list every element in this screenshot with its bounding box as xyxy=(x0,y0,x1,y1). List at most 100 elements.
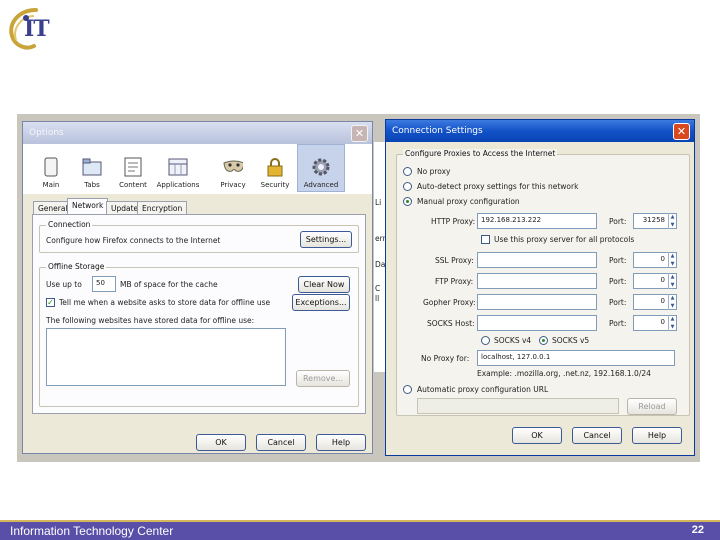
tell-me-checkbox[interactable]: ✓ xyxy=(46,298,55,307)
stored-sites-list[interactable] xyxy=(46,328,286,386)
options-cancel-button[interactable]: Cancel xyxy=(256,434,306,451)
ssl-proxy-input[interactable] xyxy=(477,252,597,268)
gear-icon xyxy=(311,157,331,177)
socks-host-input[interactable] xyxy=(477,315,597,331)
pane-security[interactable]: Security xyxy=(255,147,295,191)
use-same-proxy-checkbox[interactable] xyxy=(481,235,490,244)
bg-fragment-3: Da xyxy=(375,260,386,269)
auto-detect-radio[interactable] xyxy=(403,182,412,191)
no-proxy-example: Example: .mozilla.org, .net.nz, 192.168.… xyxy=(477,369,651,378)
tab-network[interactable]: Network xyxy=(67,198,109,215)
options-ok-button[interactable]: OK xyxy=(196,434,246,451)
http-proxy-input[interactable]: 192.168.213.222 xyxy=(477,213,597,229)
socks-host-label: SOCKS Host: xyxy=(427,319,475,328)
itc-logo: IT xyxy=(6,4,58,52)
no-proxy-label: No proxy xyxy=(417,167,451,176)
options-title: Options xyxy=(29,128,64,138)
connection-cancel-button[interactable]: Cancel xyxy=(572,427,622,444)
ftp-proxy-label: FTP Proxy: xyxy=(435,277,474,286)
clear-now-button[interactable]: Clear Now xyxy=(298,276,350,293)
bg-fragment-5: ll xyxy=(375,294,380,303)
options-help-button[interactable]: Help xyxy=(316,434,366,451)
footer-bar: Information Technology Center 22 xyxy=(0,520,720,540)
slide: IT Options ✕ Main Tabs Content Applicati… xyxy=(0,0,720,540)
use-same-proxy-label: Use this proxy server for all protocols xyxy=(494,235,635,244)
footer-title: Information Technology Center xyxy=(10,524,174,538)
applications-icon xyxy=(168,157,188,177)
socks-port-label: Port: xyxy=(609,319,627,328)
manual-proxy-radio[interactable] xyxy=(403,197,412,206)
http-proxy-label: HTTP Proxy: xyxy=(431,217,476,226)
settings-button[interactable]: Settings... xyxy=(300,231,352,248)
automatic-url-label: Automatic proxy configuration URL xyxy=(417,385,549,394)
page-number: 22 xyxy=(691,524,704,536)
logo-text: IT xyxy=(24,16,50,42)
gopher-proxy-label: Gopher Proxy: xyxy=(423,298,476,307)
cache-size-suffix: MB of space for the cache xyxy=(120,280,218,289)
connection-description: Configure how Firefox connects to the In… xyxy=(46,236,221,245)
pane-content[interactable]: Content xyxy=(113,147,153,191)
pane-main[interactable]: Main xyxy=(31,147,71,191)
connection-settings-dialog: Connection Settings ✕ Configure Proxies … xyxy=(385,119,695,456)
remove-button[interactable]: Remove... xyxy=(296,370,350,387)
options-titlebar: Options ✕ xyxy=(23,122,372,144)
proxy-group: Configure Proxies to Access the Internet… xyxy=(396,149,690,416)
ssl-port-label: Port: xyxy=(609,256,627,265)
connection-settings-title: Connection Settings xyxy=(392,126,483,136)
reload-button[interactable]: Reload xyxy=(627,398,677,415)
ftp-port-label: Port: xyxy=(609,277,627,286)
no-proxy-radio[interactable] xyxy=(403,167,412,176)
socks-v4-label: SOCKS v4 xyxy=(494,336,532,345)
connection-help-button[interactable]: Help xyxy=(632,427,682,444)
cache-size-input[interactable]: 50 xyxy=(92,276,116,292)
ssl-proxy-label: SSL Proxy: xyxy=(435,256,474,265)
pane-tabs[interactable]: Tabs xyxy=(72,147,112,191)
automatic-url-input[interactable] xyxy=(417,398,619,414)
stored-sites-label: The following websites have stored data … xyxy=(46,316,255,325)
network-tab-panel: Connection Configure how Firefox connect… xyxy=(32,214,366,414)
connection-group: Connection Configure how Firefox connect… xyxy=(39,220,359,253)
pane-advanced[interactable]: Advanced xyxy=(297,144,345,192)
offline-storage-group: Offline Storage Use up to 50 MB of space… xyxy=(39,262,359,407)
automatic-url-radio[interactable] xyxy=(403,385,412,394)
connection-ok-button[interactable]: OK xyxy=(512,427,562,444)
connection-settings-close-button[interactable]: ✕ xyxy=(673,122,690,140)
lock-icon xyxy=(265,157,285,177)
ftp-port-spinner[interactable]: ▲ ▼ xyxy=(668,273,676,289)
mask-icon xyxy=(223,157,243,177)
gopher-port-spinner[interactable]: ▲ ▼ xyxy=(668,294,676,310)
auto-detect-label: Auto-detect proxy settings for this netw… xyxy=(417,182,579,191)
socks-port-spinner[interactable]: ▲ ▼ xyxy=(668,315,676,331)
connection-settings-titlebar: Connection Settings ✕ xyxy=(386,120,694,142)
ftp-proxy-input[interactable] xyxy=(477,273,597,289)
tell-me-label: Tell me when a website asks to store dat… xyxy=(59,298,271,307)
tabs-icon xyxy=(82,157,102,177)
tab-encryption[interactable]: Encryption xyxy=(137,201,188,215)
screenshot-area: Options ✕ Main Tabs Content Applications… xyxy=(17,114,700,462)
switch-icon xyxy=(41,157,61,177)
pane-applications[interactable]: Applications xyxy=(155,147,201,191)
proxy-group-title: Configure Proxies to Access the Internet xyxy=(403,149,558,158)
manual-proxy-label: Manual proxy configuration xyxy=(417,197,520,206)
no-proxy-for-label: No Proxy for: xyxy=(421,354,470,363)
ssl-port-spinner[interactable]: ▲ ▼ xyxy=(668,252,676,268)
options-dialog: Options ✕ Main Tabs Content Applications… xyxy=(22,121,373,454)
gopher-port-label: Port: xyxy=(609,298,627,307)
bg-fragment-4: C xyxy=(375,284,381,293)
socks-v4-radio[interactable] xyxy=(481,336,490,345)
bg-fragment-1: Li xyxy=(375,198,382,207)
footer-gold-line xyxy=(0,520,720,522)
options-close-button[interactable]: ✕ xyxy=(351,124,368,142)
use-up-to-label: Use up to xyxy=(46,280,82,289)
http-port-spinner[interactable]: ▲ ▼ xyxy=(668,213,676,229)
no-proxy-for-input[interactable]: localhost, 127.0.0.1 xyxy=(477,350,675,366)
http-port-label: Port: xyxy=(609,217,627,226)
socks-v5-label: SOCKS v5 xyxy=(552,336,590,345)
connection-group-title: Connection xyxy=(46,220,93,229)
options-toolbar: Main Tabs Content Applications Privacy S… xyxy=(23,144,372,194)
content-icon xyxy=(123,157,143,177)
exceptions-button[interactable]: Exceptions... xyxy=(292,294,350,311)
socks-v5-radio[interactable] xyxy=(539,336,548,345)
pane-privacy[interactable]: Privacy xyxy=(213,147,253,191)
gopher-proxy-input[interactable] xyxy=(477,294,597,310)
